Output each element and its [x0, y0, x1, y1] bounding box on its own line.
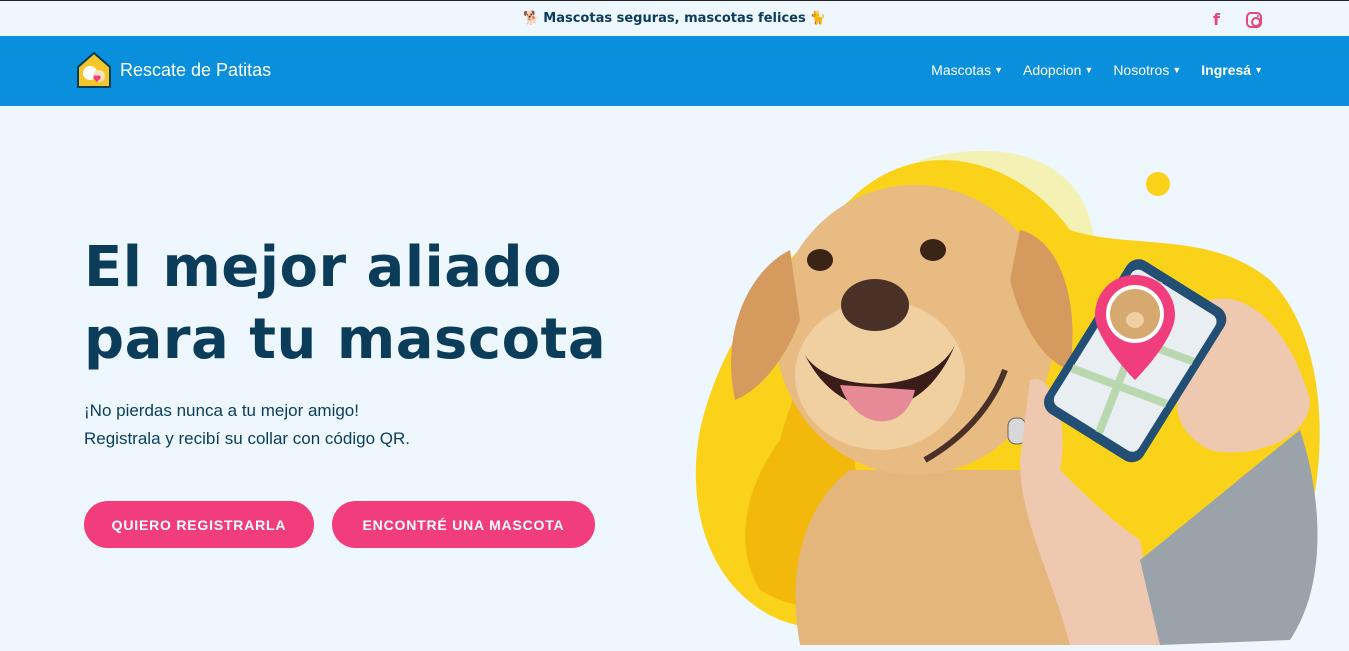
logo-icon — [77, 51, 111, 88]
hero-subtitle-line1: ¡No pierdas nunca a tu mejor amigo! — [84, 401, 359, 420]
chevron-down-icon: ▼ — [1172, 65, 1182, 75]
tagline: 🐕 Mascotas seguras, mascotas felices 🐈 — [0, 11, 1349, 26]
register-pet-button[interactable]: QUIERO REGISTRARLA — [84, 501, 314, 548]
navbar: Rescate de Patitas Mascotas ▼ Adopcion ▼ N… — [0, 36, 1349, 106]
facebook-icon[interactable]: f — [1213, 10, 1220, 29]
hero-illustration — [695, 150, 1320, 645]
menu-ingresa[interactable]: Ingresá ▼ — [1201, 62, 1263, 78]
top-strip: 🐕 Mascotas seguras, mascotas felices 🐈 f — [0, 0, 1349, 36]
menu-adopcion[interactable]: Adopcion ▼ — [1023, 62, 1093, 78]
menu-mascotas[interactable]: Mascotas ▼ — [931, 62, 1003, 78]
chevron-down-icon: ▼ — [1254, 65, 1263, 75]
hero-title: El mejor aliado para tu mascota — [84, 232, 606, 376]
instagram-icon[interactable] — [1246, 12, 1262, 28]
hero-subtitle-line2: Registrala y recibí su collar con código… — [84, 429, 410, 448]
hero-title-line1: El mejor aliado — [84, 235, 563, 300]
main-menu: Mascotas ▼ Adopcion ▼ Nosotros ▼ Ingresá ▼ — [931, 62, 1263, 78]
brand[interactable]: Rescate de Patitas — [76, 51, 271, 89]
cat-icon: 🐈 — [809, 11, 826, 26]
brand-name: Rescate de Patitas — [120, 59, 272, 80]
chevron-down-icon: ▼ — [1084, 65, 1094, 75]
dog-icon: 🐕 — [523, 11, 540, 26]
hero-title-line2: para tu mascota — [84, 307, 607, 372]
chevron-down-icon: ▼ — [994, 65, 1003, 75]
hero-subtitle: ¡No pierdas nunca a tu mejor amigo! Regi… — [84, 397, 410, 453]
tagline-text: Mascotas seguras, mascotas felices — [543, 11, 806, 26]
menu-nosotros[interactable]: Nosotros ▼ — [1113, 62, 1181, 78]
found-pet-button[interactable]: ENCONTRÉ UNA MASCOTA — [332, 501, 595, 548]
